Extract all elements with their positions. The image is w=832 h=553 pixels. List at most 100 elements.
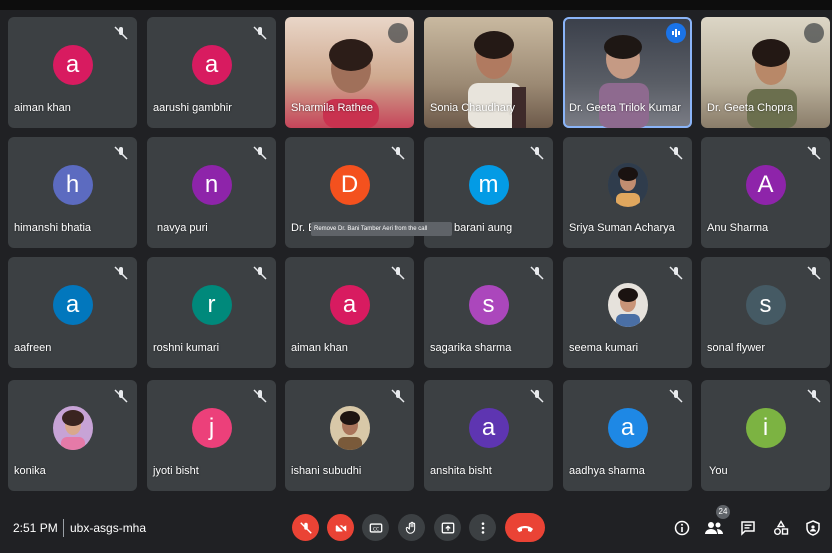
mic-off-icon	[807, 389, 821, 403]
participants-count-badge: 24	[716, 505, 730, 519]
avatar: D	[329, 164, 370, 205]
avatar	[329, 405, 370, 450]
participant-name: seema kumari	[569, 342, 639, 354]
captions-button[interactable]: CC	[362, 514, 389, 541]
participant-name: Sriya Suman Acharya	[569, 222, 675, 234]
mic-off-icon	[253, 389, 267, 403]
avatar: h	[52, 164, 93, 205]
meeting-code: ubx-asgs-mha	[70, 521, 147, 535]
mic-off-icon	[669, 146, 683, 160]
mic-off-icon	[253, 146, 267, 160]
participant-video-tile[interactable]: Dr. Geeta Trilok Kumar	[563, 17, 692, 128]
participant-name: aiman khan	[291, 342, 348, 354]
avatar: s	[745, 284, 786, 325]
participant-tile[interactable]: konika	[8, 380, 137, 491]
participant-tile[interactable]: s sagarika sharma	[424, 257, 553, 368]
participant-name: aiman khan	[14, 102, 71, 114]
present-icon	[441, 522, 454, 533]
participant-tile[interactable]: a aadhya sharma	[563, 380, 692, 491]
participant-video-tile[interactable]: Sonia Chaudhary	[424, 17, 553, 128]
mic-off-icon	[804, 23, 824, 43]
mic-off-icon	[391, 146, 405, 160]
microphone-toggle-button[interactable]	[292, 514, 319, 541]
raise-hand-icon	[405, 521, 415, 534]
mic-off-icon	[807, 266, 821, 280]
participant-video-tile[interactable]: Sharmila Rathee	[285, 17, 414, 128]
participant-video-tile[interactable]: Dr. Geeta Chopra	[701, 17, 830, 128]
profile-photo	[607, 162, 648, 207]
top-bar	[0, 0, 832, 10]
mic-off-icon	[669, 266, 683, 280]
remove-participant-tooltip: Remove Dr. Bani Tamber Aeri from the cal…	[311, 222, 452, 236]
present-button[interactable]	[434, 514, 461, 541]
avatar: a	[191, 44, 232, 85]
participant-name: navya puri	[157, 222, 208, 234]
info-icon	[674, 520, 690, 536]
mic-off-icon	[530, 389, 544, 403]
avatar: n	[191, 164, 232, 205]
activities-icon	[774, 520, 789, 535]
activities-button[interactable]	[770, 517, 792, 539]
mic-off-icon	[530, 266, 544, 280]
leave-call-button[interactable]	[505, 513, 545, 542]
meeting-controls-bar: 2:51 PM ubx-asgs-mha CC 24	[0, 505, 832, 553]
participant-name: You	[709, 465, 728, 477]
mic-off-icon	[807, 146, 821, 160]
participant-name: himanshi bhatia	[14, 222, 92, 234]
participant-tile[interactable]: n navya puri	[147, 137, 276, 248]
avatar: i	[745, 407, 786, 448]
mic-off-icon	[299, 521, 312, 534]
meeting-time: 2:51 PM	[13, 521, 58, 535]
participant-tile[interactable]: r roshni kumari	[147, 257, 276, 368]
camera-toggle-button[interactable]	[327, 514, 354, 541]
participant-tile[interactable]: a aarushi gambhir	[147, 17, 276, 128]
participant-grid: a aiman khan a aarushi gambhir Sharmila …	[8, 17, 832, 495]
mic-off-icon	[669, 389, 683, 403]
mic-off-icon	[253, 26, 267, 40]
participant-tile[interactable]: j jyoti bisht	[147, 380, 276, 491]
participant-name: Dr. Geeta Chopra	[707, 102, 794, 114]
camera-off-icon	[334, 521, 347, 534]
meeting-details-button[interactable]	[671, 517, 693, 539]
host-controls-button[interactable]	[802, 517, 824, 539]
avatar: j	[191, 407, 232, 448]
participant-name: aarushi gambhir	[153, 102, 232, 114]
participant-tile[interactable]: seema kumari	[563, 257, 692, 368]
mic-off-icon	[114, 389, 128, 403]
captions-icon: CC	[369, 522, 382, 532]
mic-off-icon	[114, 266, 128, 280]
mic-off-icon	[114, 146, 128, 160]
avatar: a	[329, 284, 370, 325]
profile-photo	[329, 405, 370, 450]
participant-name: sonal flywer	[707, 342, 766, 354]
avatar	[607, 162, 648, 207]
participant-tile[interactable]: s sonal flywer	[701, 257, 830, 368]
participant-tile[interactable]: A Anu Sharma	[701, 137, 830, 248]
people-icon	[705, 522, 723, 534]
participant-tile[interactable]: Sriya Suman Acharya	[563, 137, 692, 248]
participant-tile[interactable]: a aiman khan	[8, 17, 137, 128]
more-options-button[interactable]	[469, 514, 496, 541]
mic-off-icon	[114, 26, 128, 40]
avatar	[52, 405, 93, 450]
self-tile[interactable]: i You	[701, 380, 830, 491]
avatar: a	[52, 284, 93, 325]
participant-tile[interactable]: a aiman khan	[285, 257, 414, 368]
divider	[63, 519, 64, 537]
participant-tile[interactable]: h himanshi bhatia	[8, 137, 137, 248]
avatar: s	[468, 284, 509, 325]
speaking-indicator-icon	[666, 23, 686, 43]
participant-name: Anu Sharma	[707, 222, 769, 234]
participant-name: jyoti bisht	[153, 465, 199, 477]
raise-hand-button[interactable]	[398, 514, 425, 541]
mic-off-icon	[530, 146, 544, 160]
participant-tile[interactable]: ishani subudhi	[285, 380, 414, 491]
mic-off-icon	[388, 23, 408, 43]
participant-tile[interactable]: a anshita bisht	[424, 380, 553, 491]
chat-button[interactable]	[737, 517, 759, 539]
avatar: A	[745, 164, 786, 205]
participant-tile[interactable]: a aafreen	[8, 257, 137, 368]
people-button[interactable]	[703, 517, 725, 539]
participant-name: aafreen	[14, 342, 52, 354]
more-icon	[481, 521, 484, 534]
